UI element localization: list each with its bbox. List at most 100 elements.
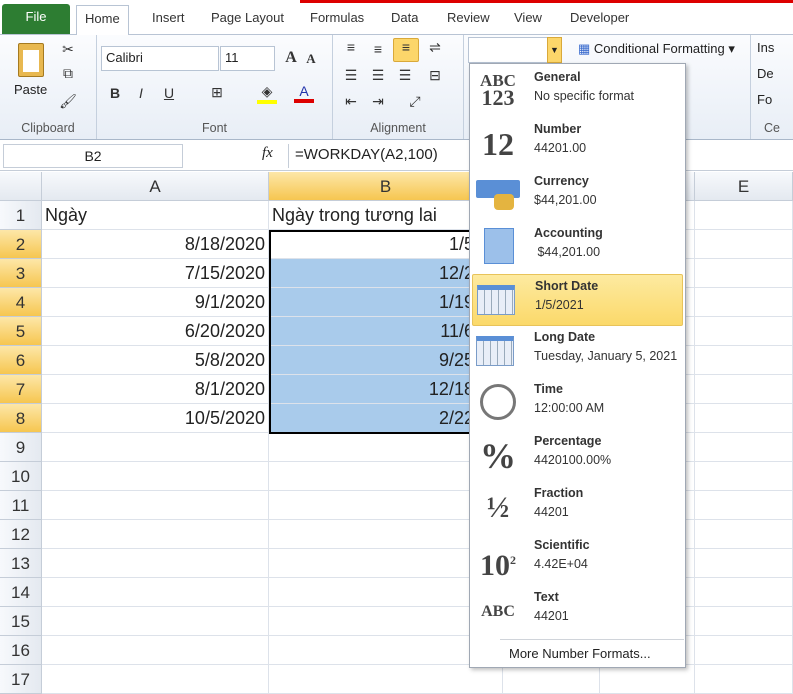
row-header-12[interactable]: 12 <box>0 520 42 549</box>
row-header-17[interactable]: 17 <box>0 665 42 694</box>
row-header-15[interactable]: 15 <box>0 607 42 636</box>
cell-E5[interactable] <box>695 317 793 346</box>
bold-button[interactable]: B <box>105 85 125 101</box>
decrease-indent-icon[interactable]: ⇤ <box>341 93 361 110</box>
select-all-corner[interactable] <box>0 172 42 201</box>
wrap-text-icon[interactable]: ⇌ <box>425 39 445 56</box>
cell-B14[interactable] <box>269 578 503 607</box>
cell-A11[interactable] <box>42 491 269 520</box>
name-box[interactable]: B2 <box>3 144 183 168</box>
row-header-7[interactable]: 7 <box>0 375 42 404</box>
cell-A12[interactable] <box>42 520 269 549</box>
format-option-fraction[interactable]: ½ Fraction 44201 <box>472 482 683 534</box>
format-option-number[interactable]: 12 Number 44201.00 <box>472 118 683 170</box>
cell-A14[interactable] <box>42 578 269 607</box>
cell-E13[interactable] <box>695 549 793 578</box>
cell-A3[interactable]: 7/15/2020 <box>42 259 269 288</box>
cell-A4[interactable]: 9/1/2020 <box>42 288 269 317</box>
format-option-long-date[interactable]: Long Date Tuesday, January 5, 2021 <box>472 326 683 378</box>
format-option-currency[interactable]: Currency $44,201.00 <box>472 170 683 222</box>
cell-E2[interactable] <box>695 230 793 259</box>
merge-center-icon[interactable]: ⊟ <box>425 67 445 84</box>
cell-E9[interactable] <box>695 433 793 462</box>
cut-icon[interactable]: ✂ <box>58 41 78 58</box>
format-painter-icon[interactable]: 🖌 <box>58 93 78 110</box>
format-option-accounting[interactable]: Accounting $44,201.00 <box>472 222 683 274</box>
increase-indent-icon[interactable]: ⇥ <box>368 93 388 110</box>
font-size-select[interactable]: 11 <box>220 46 275 71</box>
row-header-3[interactable]: 3 <box>0 259 42 288</box>
number-format-input[interactable] <box>468 37 548 63</box>
cell-A17[interactable] <box>42 665 269 694</box>
number-format-dropdown-button[interactable]: ▼ <box>547 37 562 63</box>
cell-E16[interactable] <box>695 636 793 665</box>
cell-A9[interactable] <box>42 433 269 462</box>
font-name-select[interactable]: Calibri <box>101 46 219 71</box>
column-header-A[interactable]: A <box>42 172 269 201</box>
cell-B2[interactable]: 1/5/20 <box>269 230 503 259</box>
format-option-general[interactable]: ABC 123 General No specific format <box>472 66 683 118</box>
cell-A15[interactable] <box>42 607 269 636</box>
copy-icon[interactable]: ⧉ <box>58 65 78 82</box>
align-middle-icon[interactable]: ≡ <box>368 41 388 57</box>
cell-E14[interactable] <box>695 578 793 607</box>
format-option-text[interactable]: ABC Text 44201 <box>472 586 683 638</box>
cell-B6[interactable]: 9/25/20 <box>269 346 503 375</box>
row-header-11[interactable]: 11 <box>0 491 42 520</box>
format-option-scientific[interactable]: 102 Scientific 4.42E+04 <box>472 534 683 586</box>
row-header-6[interactable]: 6 <box>0 346 42 375</box>
row-header-9[interactable]: 9 <box>0 433 42 462</box>
cell-C17[interactable] <box>503 665 600 694</box>
cell-A10[interactable] <box>42 462 269 491</box>
borders-icon[interactable]: ⊞ <box>207 84 227 101</box>
format-option-short-date[interactable]: Short Date 1/5/2021 <box>472 274 683 326</box>
cell-B13[interactable] <box>269 549 503 578</box>
cell-E6[interactable] <box>695 346 793 375</box>
orientation-icon[interactable]: ⤢ <box>405 93 425 110</box>
cell-B17[interactable] <box>269 665 503 694</box>
align-center-icon[interactable]: ☰ <box>368 67 388 84</box>
cell-E12[interactable] <box>695 520 793 549</box>
more-number-formats-link[interactable]: More Number Formats... <box>509 646 651 661</box>
cell-B15[interactable] <box>269 607 503 636</box>
shrink-font-icon[interactable]: A <box>301 51 321 67</box>
row-header-16[interactable]: 16 <box>0 636 42 665</box>
cell-B3[interactable]: 12/2/20 <box>269 259 503 288</box>
cell-B9[interactable] <box>269 433 503 462</box>
insert-cells-button[interactable]: Ins <box>757 40 774 55</box>
row-header-14[interactable]: 14 <box>0 578 42 607</box>
grow-font-icon[interactable]: A <box>281 49 301 67</box>
tab-view[interactable]: View <box>506 5 550 35</box>
cell-A2[interactable]: 8/18/2020 <box>42 230 269 259</box>
cell-E10[interactable] <box>695 462 793 491</box>
row-header-5[interactable]: 5 <box>0 317 42 346</box>
cell-E1[interactable] <box>695 201 793 230</box>
cell-E7[interactable] <box>695 375 793 404</box>
format-option-time[interactable]: Time 12:00:00 AM <box>472 378 683 430</box>
cell-B11[interactable] <box>269 491 503 520</box>
tab-insert[interactable]: Insert <box>144 5 193 35</box>
fill-color-icon[interactable]: ◈ <box>257 83 277 104</box>
conditional-formatting-button[interactable]: ▦ Conditional Formatting ▾ <box>578 41 735 57</box>
cell-E11[interactable] <box>695 491 793 520</box>
tab-review[interactable]: Review <box>439 5 498 35</box>
tab-data[interactable]: Data <box>383 5 426 35</box>
row-header-1[interactable]: 1 <box>0 201 42 230</box>
cell-A6[interactable]: 5/8/2020 <box>42 346 269 375</box>
cell-B5[interactable]: 11/6/20 <box>269 317 503 346</box>
row-header-8[interactable]: 8 <box>0 404 42 433</box>
cell-B12[interactable] <box>269 520 503 549</box>
tab-home[interactable]: Home <box>76 5 129 36</box>
cell-A8[interactable]: 10/5/2020 <box>42 404 269 433</box>
align-left-icon[interactable]: ☰ <box>341 67 361 84</box>
underline-button[interactable]: U <box>159 85 179 101</box>
row-header-4[interactable]: 4 <box>0 288 42 317</box>
cell-B16[interactable] <box>269 636 503 665</box>
column-header-B[interactable]: B <box>269 172 503 201</box>
tab-page-layout[interactable]: Page Layout <box>203 5 292 35</box>
cell-B7[interactable]: 12/18/20 <box>269 375 503 404</box>
delete-cells-button[interactable]: De <box>757 66 774 81</box>
cell-D17[interactable] <box>600 665 695 694</box>
align-right-icon[interactable]: ☰ <box>395 67 415 84</box>
insert-function-icon[interactable]: fx <box>262 145 273 162</box>
